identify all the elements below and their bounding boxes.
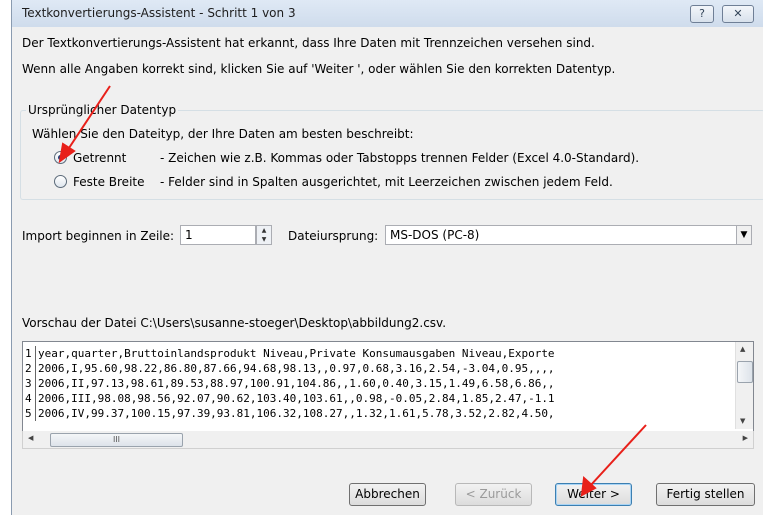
preview-row-number: 3	[25, 376, 36, 391]
vertical-scroll-thumb[interactable]	[737, 361, 753, 383]
preview-row: 2 2006,I,95.60,98.22,86.80,87.66,94.68,98…	[25, 361, 555, 376]
finish-button[interactable]: Fertig stellen	[656, 483, 755, 506]
preview-row-text: 2006,I,95.60,98.22,86.80,87.66,94.68,98.…	[38, 362, 555, 375]
radio-fixed-width-label[interactable]: Feste Breite	[73, 175, 160, 189]
next-button[interactable]: Weiter >	[555, 483, 632, 506]
scroll-left-icon[interactable]: ◀	[28, 434, 33, 442]
preview-row: 5 2006,IV,99.37,100.15,97.39,93.81,106.32…	[25, 406, 555, 421]
text-import-wizard-dialog: Textkonvertierungs-Assistent - Schritt 1…	[11, 0, 763, 515]
radio-delimited[interactable]: Getrennt - Zeichen wie z.B. Kommas oder T…	[54, 151, 639, 165]
datatype-prompt: Wählen Sie den Dateityp, der Ihre Daten …	[32, 127, 414, 141]
cancel-button[interactable]: Abbrechen	[349, 483, 426, 506]
back-button[interactable]: < Zurück	[455, 483, 532, 506]
preview-row-text: year,quarter,Bruttoinlandsprodukt Niveau…	[38, 347, 555, 360]
radio-delimited-label[interactable]: Getrennt	[73, 151, 160, 165]
chevron-down-icon[interactable]: ▼	[736, 225, 752, 245]
start-row-label: Import beginnen in Zeile:	[22, 229, 175, 243]
preview-row-number: 4	[25, 391, 36, 406]
start-row-spinner[interactable]: ▲ ▼	[256, 225, 272, 245]
preview-row: 3 2006,II,97.13,98.61,89.53,88.97,100.91,…	[25, 376, 555, 391]
datatype-group-label: Ursprünglicher Datentyp	[26, 103, 179, 117]
scroll-up-icon[interactable]: ▲	[740, 345, 745, 353]
preview-horizontal-scrollbar[interactable]: ◀ III ▶	[22, 431, 754, 449]
preview-vertical-scrollbar[interactable]: ▲ ▼	[735, 342, 753, 429]
file-preview[interactable]: 1 year,quarter,Bruttoinlandsprodukt Nivea…	[22, 341, 754, 432]
horizontal-scroll-thumb[interactable]: III	[50, 433, 183, 447]
title-bar[interactable]: Textkonvertierungs-Assistent - Schritt 1…	[12, 0, 763, 27]
intro-line-2: Wenn alle Angaben korrekt sind, klicken …	[22, 62, 616, 76]
window-title: Textkonvertierungs-Assistent - Schritt 1…	[22, 6, 296, 20]
scroll-right-icon[interactable]: ▶	[743, 434, 748, 442]
file-origin-label: Dateiursprung:	[288, 229, 379, 243]
spin-up-icon[interactable]: ▲	[257, 226, 271, 235]
preview-row-number: 1	[25, 346, 36, 361]
radio-fixed-width[interactable]: Feste Breite - Felder sind in Spalten aus…	[54, 175, 613, 189]
spin-down-icon[interactable]: ▼	[257, 235, 271, 244]
preview-row: 4 2006,III,98.08,98.56,92.07,90.62,103.40…	[25, 391, 555, 406]
preview-label: Vorschau der Datei C:\Users\susanne-stoe…	[22, 316, 447, 330]
preview-row-number: 5	[25, 406, 36, 421]
close-button[interactable]: ✕	[722, 5, 754, 23]
preview-row-text: 2006,II,97.13,98.61,89.53,88.97,100.91,1…	[38, 377, 555, 390]
preview-row: 1 year,quarter,Bruttoinlandsprodukt Nivea…	[25, 346, 555, 361]
preview-row-number: 2	[25, 361, 36, 376]
radio-delimited-description: - Zeichen wie z.B. Kommas oder Tabstopps…	[160, 151, 640, 165]
help-button[interactable]: ?	[690, 5, 714, 23]
preview-row-text: 2006,IV,99.37,100.15,97.39,93.81,106.32,…	[38, 407, 555, 420]
radio-fixed-width-indicator[interactable]	[54, 175, 67, 188]
preview-row-text: 2006,III,98.08,98.56,92.07,90.62,103.40,…	[38, 392, 555, 405]
radio-fixed-width-description: - Felder sind in Spalten ausgerichtet, m…	[160, 175, 613, 189]
start-row-input[interactable]: 1	[180, 225, 256, 245]
file-origin-select[interactable]: MS-DOS (PC-8)	[385, 225, 737, 245]
radio-delimited-indicator[interactable]	[54, 151, 67, 164]
scroll-down-icon[interactable]: ▼	[740, 417, 745, 425]
intro-line-1: Der Textkonvertierungs-Assistent hat erk…	[22, 36, 595, 50]
